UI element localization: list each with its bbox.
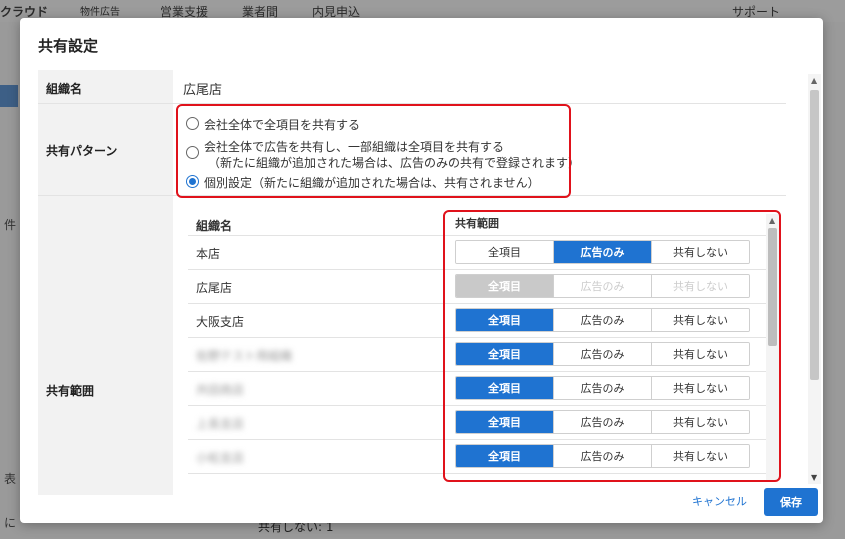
bg-side-text-3: 表 (4, 472, 17, 486)
bg-side-text-2: に (4, 516, 17, 530)
scope-segmented-control: 全項目 広告のみ 共有しない (455, 274, 750, 298)
scope-segmented-control: 全項目 広告のみ 共有しない (455, 308, 750, 332)
seg-no-share[interactable]: 共有しない (652, 377, 749, 399)
table-row: 共田商店 全項目 広告のみ 共有しない (188, 372, 778, 406)
pattern-label: 共有パターン (46, 144, 118, 158)
row-org-name: 広尾店 (196, 281, 233, 295)
scroll-up-icon[interactable]: ▲ (811, 76, 817, 85)
org-label-cell: 組織名 (38, 70, 173, 103)
scope-segmented-control: 全項目 広告のみ 共有しない (455, 240, 750, 264)
seg-no-share[interactable]: 共有しない (652, 445, 749, 467)
pattern-row: 共有パターン 会社全体で全項目を共有する 会社全体で広告を共有し、一部組織は全項… (38, 104, 786, 196)
scope-label-cell: 共有範囲 (38, 196, 173, 495)
pattern-option-label: 会社全体で広告を共有し、一部組織は全項目を共有する (204, 140, 505, 154)
table-row: 大阪支店 全項目 広告のみ 共有しない (188, 304, 778, 338)
row-org-name: 佐野テスト用組織 (196, 349, 293, 363)
scope-segmented-control: 全項目 広告のみ 共有しない (455, 444, 750, 468)
modal-title: 共有設定 (38, 37, 99, 55)
scope-label: 共有範囲 (46, 384, 95, 398)
scroll-up-icon[interactable]: ▲ (769, 216, 775, 225)
radio-unchecked-icon[interactable] (186, 146, 199, 159)
table-row: 佐野テスト用組織 全項目 広告のみ 共有しない (188, 338, 778, 372)
seg-all-items[interactable]: 全項目 (456, 411, 554, 433)
seg-ads-only[interactable]: 広告のみ (554, 445, 652, 467)
table-row: 小松支店 全項目 広告のみ 共有しない (188, 440, 778, 474)
pattern-option-note: （新たに組織が追加された場合は、広告のみの共有で登録されます） (208, 156, 581, 170)
seg-ads-only: 広告のみ (554, 275, 652, 297)
table-row: 本店 全項目 広告のみ 共有しない (188, 236, 778, 270)
seg-ads-only[interactable]: 広告のみ (554, 309, 652, 331)
seg-all-items: 全項目 (456, 275, 554, 297)
scope-table: 組織名 共有範囲 本店 全項目 広告のみ 共有しない 広尾店 全項目 広告のみ (188, 196, 778, 495)
seg-ads-only[interactable]: 広告のみ (554, 241, 652, 263)
cancel-button[interactable]: キャンセル (692, 493, 747, 509)
scope-segmented-control: 全項目 広告のみ 共有しない (455, 410, 750, 434)
org-row: 組織名 広尾店 (38, 70, 786, 104)
seg-ads-only[interactable]: 広告のみ (554, 411, 652, 433)
row-org-name: 上長支店 (196, 417, 245, 431)
org-value: 広尾店 (183, 83, 223, 98)
col-org-header: 組織名 (196, 219, 233, 233)
bg-brand-sub: 物件広告 (80, 7, 120, 18)
table-row: 上長支店 全項目 広告のみ 共有しない (188, 406, 778, 440)
share-settings-modal: 共有設定 組織名 広尾店 共有パターン 会社全体で全項目を共有する 会社全体で広… (20, 18, 823, 523)
table-scrollbar-thumb[interactable] (768, 228, 777, 346)
row-org-name: 本店 (196, 247, 221, 261)
scope-row: 共有範囲 組織名 共有範囲 本店 全項目 広告のみ 共有しない 広尾店 全項目 … (38, 196, 786, 495)
seg-ads-only[interactable]: 広告のみ (554, 343, 652, 365)
bg-side-text-1: 件 (4, 218, 17, 232)
seg-no-share[interactable]: 共有しない (652, 309, 749, 331)
row-org-name: 大阪支店 (196, 315, 245, 329)
table-row: 広尾店 全項目 広告のみ 共有しない (188, 270, 778, 304)
seg-ads-only[interactable]: 広告のみ (554, 377, 652, 399)
seg-all-items[interactable]: 全項目 (456, 343, 554, 365)
seg-all-items[interactable]: 全項目 (456, 309, 554, 331)
scope-segmented-control: 全項目 広告のみ 共有しない (455, 342, 750, 366)
modal-scrollbar[interactable]: ▲ ▼ (808, 74, 821, 484)
pattern-option-label: 会社全体で全項目を共有する (204, 118, 361, 132)
radio-unchecked-icon[interactable] (186, 117, 199, 130)
col-scope-header: 共有範囲 (455, 217, 499, 230)
radio-checked-icon[interactable] (186, 175, 199, 188)
row-org-name: 小松支店 (196, 451, 245, 465)
modal-content: 組織名 広尾店 共有パターン 会社全体で全項目を共有する 会社全体で広告を共有し… (38, 70, 786, 495)
pattern-label-cell: 共有パターン (38, 104, 173, 195)
bg-left-strip (0, 85, 18, 107)
pattern-option-label: 個別設定（新たに組織が追加された場合は、共有されません） (204, 176, 540, 190)
seg-no-share[interactable]: 共有しない (652, 343, 749, 365)
modal-scrollbar-thumb[interactable] (810, 90, 819, 380)
scroll-down-icon[interactable]: ▼ (811, 473, 817, 482)
table-scrollbar[interactable]: ▲ (766, 214, 779, 480)
row-org-name: 共田商店 (196, 383, 245, 397)
scope-table-header: 組織名 共有範囲 (188, 196, 778, 236)
save-button[interactable]: 保存 (764, 488, 818, 516)
org-label: 組織名 (46, 82, 83, 96)
seg-all-items[interactable]: 全項目 (456, 241, 554, 263)
seg-no-share[interactable]: 共有しない (652, 411, 749, 433)
seg-no-share: 共有しない (652, 275, 749, 297)
seg-all-items[interactable]: 全項目 (456, 377, 554, 399)
seg-all-items[interactable]: 全項目 (456, 445, 554, 467)
seg-no-share[interactable]: 共有しない (652, 241, 749, 263)
scope-segmented-control: 全項目 広告のみ 共有しない (455, 376, 750, 400)
